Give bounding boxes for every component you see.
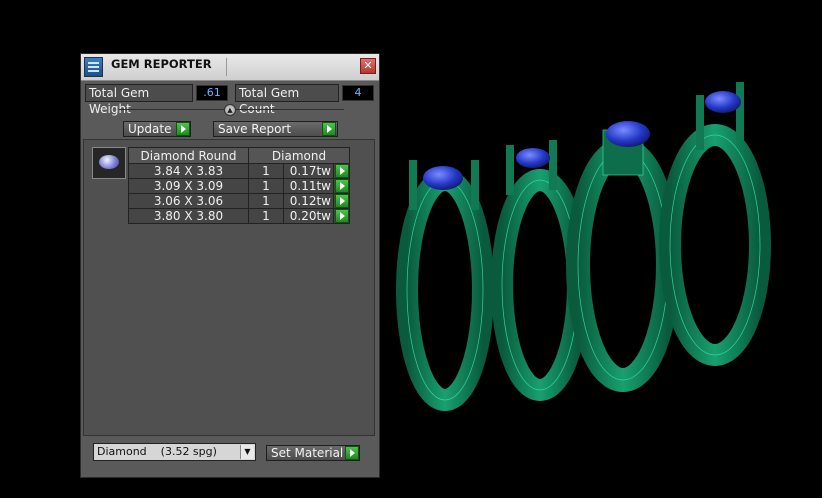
gem-weight-cell: 0.12tw: [283, 193, 334, 209]
collapse-handle[interactable]: ▲: [224, 104, 236, 116]
gem-weight-cell: 0.20tw: [283, 208, 334, 224]
window-title: GEM REPORTER: [111, 57, 212, 71]
table-row: 3.06 X 3.06 1 0.12tw: [128, 193, 350, 209]
gem-count-cell: 1: [248, 178, 284, 194]
gem-list-area: Diamond Round Diamond 3.84 X 3.83 1 0.17…: [83, 139, 375, 436]
play-arrow-icon: [322, 122, 336, 136]
table-row: 3.84 X 3.83 1 0.17tw: [128, 163, 350, 179]
play-arrow-icon: [335, 194, 349, 208]
ring-3d-viewport[interactable]: [385, 70, 815, 430]
gem-weight-cell: 0.11tw: [283, 178, 334, 194]
total-gem-count-value: 4: [342, 85, 374, 101]
table-header-material: Diamond: [248, 147, 350, 164]
table-header-row: Diamond Round Diamond: [128, 147, 350, 164]
gem-size-cell: 3.06 X 3.06: [128, 193, 249, 209]
total-gem-weight-value: .61: [196, 85, 228, 101]
ring-1: [396, 160, 494, 411]
gem-size-cell: 3.84 X 3.83: [128, 163, 249, 179]
select-gem-button[interactable]: [333, 193, 350, 209]
update-button-label: Update: [128, 122, 172, 136]
gem-size-cell: 3.09 X 3.09: [128, 178, 249, 194]
gem-weight-cell: 0.17tw: [283, 163, 334, 179]
gem-3: [606, 121, 650, 147]
total-gem-count-label: Total Gem Count: [235, 84, 339, 116]
title-divider: [226, 58, 227, 76]
ring-3: [566, 121, 680, 392]
material-select[interactable]: Diamond (3.52 spg) ▼: [93, 443, 256, 461]
play-arrow-icon: [335, 164, 349, 178]
total-gem-weight-label-text: Total Gem Weight: [89, 86, 150, 116]
save-report-button-label: Save Report: [218, 122, 292, 136]
title-bar[interactable]: GEM REPORTER ✕: [81, 54, 379, 81]
gem-count-cell: 1: [248, 163, 284, 179]
set-material-button-label: Set Material: [271, 446, 344, 460]
table-row: 3.80 X 3.80 1 0.20tw: [128, 208, 350, 224]
ring-4: [659, 82, 771, 366]
gem-thumbnail-icon[interactable]: [92, 147, 126, 179]
close-icon[interactable]: ✕: [360, 58, 376, 74]
gem-table: Diamond Round Diamond 3.84 X 3.83 1 0.17…: [128, 147, 350, 224]
gem-reporter-panel: GEM REPORTER ✕ Total Gem Weight .61 Tota…: [80, 53, 380, 478]
select-gem-button[interactable]: [333, 178, 350, 194]
play-arrow-icon: [345, 446, 359, 460]
gem-count-cell: 1: [248, 208, 284, 224]
select-gem-button[interactable]: [333, 163, 350, 179]
select-gem-button[interactable]: [333, 208, 350, 224]
gem-4: [705, 91, 741, 113]
total-gem-count-label-text: Total Gem Count: [239, 86, 300, 116]
gem-size-cell: 3.80 X 3.80: [128, 208, 249, 224]
update-button[interactable]: Update: [123, 121, 191, 137]
play-arrow-icon: [335, 209, 349, 223]
play-arrow-icon: [176, 122, 190, 136]
material-select-value: Diamond (3.52 spg): [97, 445, 217, 458]
table-header-shape: Diamond Round: [128, 147, 249, 164]
total-gem-weight-label: Total Gem Weight: [85, 84, 193, 116]
gem-1: [423, 166, 463, 190]
app-icon: [84, 57, 103, 77]
dropdown-arrow-icon[interactable]: ▼: [240, 445, 254, 459]
gem-2: [516, 148, 550, 168]
save-report-button[interactable]: Save Report: [213, 121, 338, 137]
play-arrow-icon: [335, 179, 349, 193]
set-material-button[interactable]: Set Material: [266, 445, 360, 461]
gem-count-cell: 1: [248, 193, 284, 209]
table-row: 3.09 X 3.09 1 0.11tw: [128, 178, 350, 194]
